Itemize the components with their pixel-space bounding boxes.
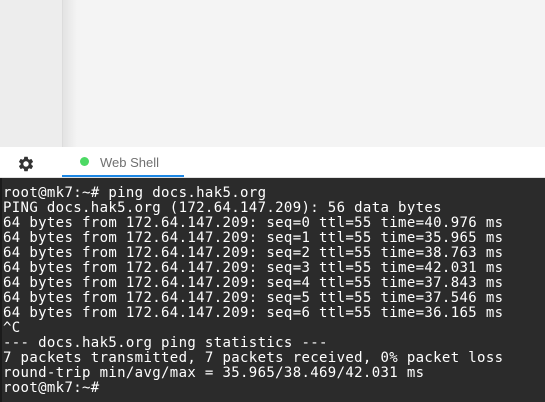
terminal-prompt: root@mk7:~# — [3, 380, 100, 396]
tab-label: Web Shell — [100, 155, 160, 170]
terminal-line: 64 bytes from 172.64.147.209: seq=3 ttl=… — [3, 260, 504, 276]
tab-bar: Web Shell — [0, 147, 545, 178]
gear-icon[interactable] — [17, 155, 35, 173]
right-pane — [63, 0, 545, 147]
terminal-line: ^C — [3, 320, 21, 336]
terminal-line: 64 bytes from 172.64.147.209: seq=1 ttl=… — [3, 230, 504, 246]
left-pane — [0, 0, 63, 147]
terminal-line: 64 bytes from 172.64.147.209: seq=2 ttl=… — [3, 245, 504, 261]
status-dot-icon — [80, 157, 89, 166]
tab-web-shell[interactable]: Web Shell — [62, 147, 184, 177]
terminal-output[interactable]: root@mk7:~# ping docs.hak5.org PING docs… — [0, 178, 545, 402]
terminal-line: --- docs.hak5.org ping statistics --- — [3, 335, 328, 351]
terminal-line: 64 bytes from 172.64.147.209: seq=5 ttl=… — [3, 290, 504, 306]
terminal-line: PING docs.hak5.org (172.64.147.209): 56 … — [3, 200, 442, 216]
terminal-line: 64 bytes from 172.64.147.209: seq=0 ttl=… — [3, 215, 504, 231]
content-area — [0, 0, 545, 147]
terminal-line: root@mk7:~# ping docs.hak5.org — [3, 185, 267, 201]
terminal-line: 64 bytes from 172.64.147.209: seq=4 ttl=… — [3, 275, 504, 291]
terminal-line: 7 packets transmitted, 7 packets receive… — [3, 350, 504, 366]
terminal-line: round-trip min/avg/max = 35.965/38.469/4… — [3, 365, 425, 381]
terminal-line: 64 bytes from 172.64.147.209: seq=6 ttl=… — [3, 305, 504, 321]
